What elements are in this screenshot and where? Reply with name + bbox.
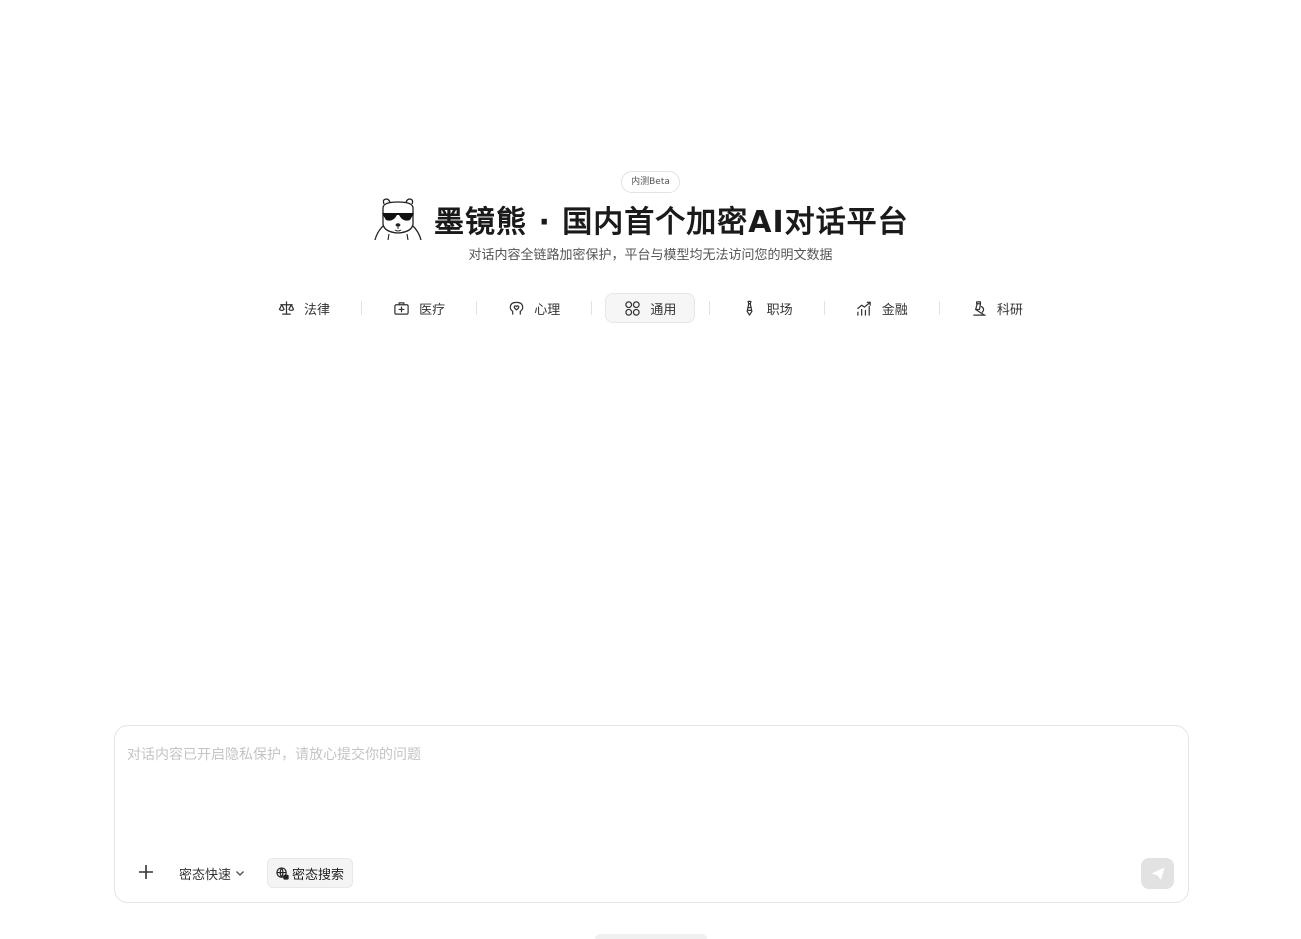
tab-psychology[interactable]: 心理 <box>490 293 578 323</box>
send-icon <box>1151 867 1164 880</box>
sunglasses-bear-icon <box>374 198 422 241</box>
tab-label: 金融 <box>881 302 908 318</box>
plus-icon <box>139 865 153 879</box>
tab-label: 科研 <box>996 302 1023 318</box>
mode-label: 密态快速 <box>179 867 232 883</box>
tie-icon <box>746 300 753 316</box>
attach-button[interactable] <box>135 861 157 883</box>
microscope-icon <box>973 300 986 316</box>
tab-medical[interactable]: 医疗 <box>375 293 463 323</box>
globe-lock-icon <box>276 866 289 880</box>
tab-divider <box>938 301 940 315</box>
tab-label: 医疗 <box>419 302 446 318</box>
tab-general[interactable]: 通用 <box>605 293 696 323</box>
page-subtitle: 对话内容全链路加密保护，平台与模型均无法访问您的明文数据 <box>468 248 833 263</box>
category-tabs: 法律 医疗 心理 通用 职场 金融 科研 <box>260 292 1041 324</box>
page: 内测Beta 墨镜熊 · 国内首个加密AI对话平台 对话内容全链路加密保护，平台… <box>0 0 1301 939</box>
send-button[interactable] <box>1141 858 1174 889</box>
search-label: 密态搜索 <box>292 867 345 883</box>
scale-icon <box>278 300 295 315</box>
bottom-handle <box>595 934 707 939</box>
chevron-down-icon <box>236 871 245 876</box>
medical-kit-icon <box>394 301 409 315</box>
tab-divider <box>708 301 710 315</box>
tab-label: 心理 <box>534 302 561 318</box>
tab-law[interactable]: 法律 <box>260 293 348 323</box>
tab-divider <box>361 301 363 315</box>
tab-divider <box>591 301 593 315</box>
chart-trend-icon <box>856 301 871 316</box>
beta-badge: 内测Beta <box>621 171 680 193</box>
brain-heart-icon <box>509 301 524 315</box>
tab-research[interactable]: 科研 <box>953 293 1041 323</box>
tab-career[interactable]: 职场 <box>723 293 811 323</box>
page-title: 墨镜熊 · 国内首个加密AI对话平台 <box>434 205 909 240</box>
hero-title-row: 墨镜熊 · 国内首个加密AI对话平台 <box>372 196 909 242</box>
tab-finance[interactable]: 金融 <box>838 293 926 323</box>
tab-label: 法律 <box>304 302 331 318</box>
encrypted-search-button[interactable]: 密态搜索 <box>267 858 354 888</box>
message-input[interactable] <box>127 744 1167 844</box>
tab-label: 职场 <box>766 302 793 318</box>
mode-dropdown[interactable]: 密态快速 <box>179 863 246 883</box>
grid-circles-icon <box>625 300 641 316</box>
chat-composer: 密态快速 密态搜索 <box>114 725 1189 903</box>
tab-divider <box>823 301 825 315</box>
tab-label: 通用 <box>650 302 677 318</box>
tab-divider <box>476 301 478 315</box>
